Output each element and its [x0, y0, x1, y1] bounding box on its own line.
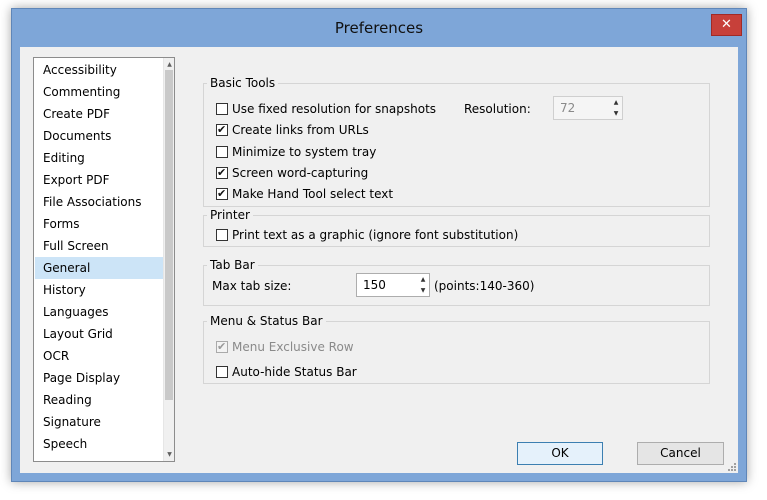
tab-size-range-hint: (points:140-360)	[434, 279, 535, 293]
resolution-down-icon[interactable]: ▼	[610, 108, 622, 119]
window-title: Preferences	[334, 19, 424, 37]
fixed-resolution-check[interactable]	[216, 103, 228, 115]
fixed-resolution-label: Use fixed resolution for snapshots	[232, 102, 437, 116]
scroll-up-icon[interactable]: ▲	[165, 59, 174, 70]
category-item-commenting[interactable]: Commenting	[35, 81, 165, 103]
print-graphic-check[interactable]	[216, 229, 228, 241]
category-item-accessibility[interactable]: Accessibility	[35, 59, 165, 81]
category-item-forms[interactable]: Forms	[35, 213, 165, 235]
category-item-editing[interactable]: Editing	[35, 147, 165, 169]
basic-tools-group: Basic Tools Use fixed resolution for sna…	[203, 76, 710, 207]
create-links-check[interactable]	[216, 124, 228, 136]
category-item-signature[interactable]: Signature	[35, 411, 165, 433]
resolution-up-icon[interactable]: ▲	[610, 97, 622, 108]
hand-tool-label: Make Hand Tool select text	[232, 187, 394, 201]
menu-status-group: Menu & Status Bar Menu Exclusive Row Aut…	[203, 314, 710, 384]
category-item-reading[interactable]: Reading	[35, 389, 165, 411]
category-item-layout-grid[interactable]: Layout Grid	[35, 323, 165, 345]
category-list-scrollbar[interactable]: ▲ ▼	[163, 58, 174, 461]
category-item-documents[interactable]: Documents	[35, 125, 165, 147]
resolution-label: Resolution:	[464, 102, 531, 116]
preferences-dialog: Preferences ✕ Accessibility Commenting Cre…	[11, 8, 747, 482]
category-item-full-screen[interactable]: Full Screen	[35, 235, 165, 257]
resolution-value: 72	[560, 101, 576, 115]
printer-label: Printer	[207, 208, 253, 222]
scroll-down-icon[interactable]: ▼	[165, 449, 174, 460]
tab-size-down-icon[interactable]: ▼	[417, 285, 429, 296]
menu-exclusive-label: Menu Exclusive Row	[232, 340, 354, 354]
ok-button[interactable]: OK	[517, 442, 603, 465]
autohide-status-check[interactable]	[216, 366, 228, 378]
cancel-button[interactable]: Cancel	[637, 442, 724, 465]
scrollbar-thumb[interactable]	[165, 70, 173, 400]
minimize-tray-label: Minimize to system tray	[232, 145, 377, 159]
category-list[interactable]: Accessibility Commenting Create PDF Documen…	[33, 57, 175, 462]
category-item-export-pdf[interactable]: Export PDF	[35, 169, 165, 191]
category-item-history[interactable]: History	[35, 279, 165, 301]
autohide-status-label: Auto-hide Status Bar	[232, 365, 357, 379]
menu-status-label: Menu & Status Bar	[207, 314, 326, 328]
print-graphic-label: Print text as a graphic (ignore font sub…	[232, 228, 519, 242]
resolution-stepper[interactable]: 72 ▲ ▼	[553, 96, 623, 120]
create-links-label: Create links from URLs	[232, 123, 369, 137]
tab-bar-group: Tab Bar Max tab size: 150 ▲ ▼ (points:14…	[203, 258, 710, 306]
max-tab-size-stepper[interactable]: 150 ▲ ▼	[356, 273, 430, 297]
resize-grip-icon[interactable]	[726, 461, 736, 471]
basic-tools-label: Basic Tools	[207, 76, 279, 90]
menu-exclusive-check[interactable]	[216, 341, 228, 353]
category-item-general[interactable]: General	[35, 257, 165, 279]
category-item-page-display[interactable]: Page Display	[35, 367, 165, 389]
hand-tool-check[interactable]	[216, 188, 228, 200]
max-tab-size-value: 150	[363, 278, 386, 292]
category-item-speech[interactable]: Speech	[35, 433, 165, 455]
word-capturing-label: Screen word-capturing	[232, 166, 369, 180]
category-item-languages[interactable]: Languages	[35, 301, 165, 323]
close-button[interactable]: ✕	[711, 14, 742, 36]
category-item-ocr[interactable]: OCR	[35, 345, 165, 367]
tab-size-up-icon[interactable]: ▲	[417, 274, 429, 285]
tab-bar-label: Tab Bar	[207, 258, 258, 272]
max-tab-size-label: Max tab size:	[212, 279, 292, 293]
word-capturing-check[interactable]	[216, 167, 228, 179]
dialog-client-area: Accessibility Commenting Create PDF Documen…	[20, 47, 738, 473]
category-item-file-associations[interactable]: File Associations	[35, 191, 165, 213]
title-bar[interactable]: Preferences ✕	[12, 9, 746, 47]
printer-group: Printer Print text as a graphic (ignore …	[203, 208, 710, 247]
minimize-tray-check[interactable]	[216, 146, 228, 158]
category-item-create-pdf[interactable]: Create PDF	[35, 103, 165, 125]
close-icon: ✕	[721, 17, 732, 32]
